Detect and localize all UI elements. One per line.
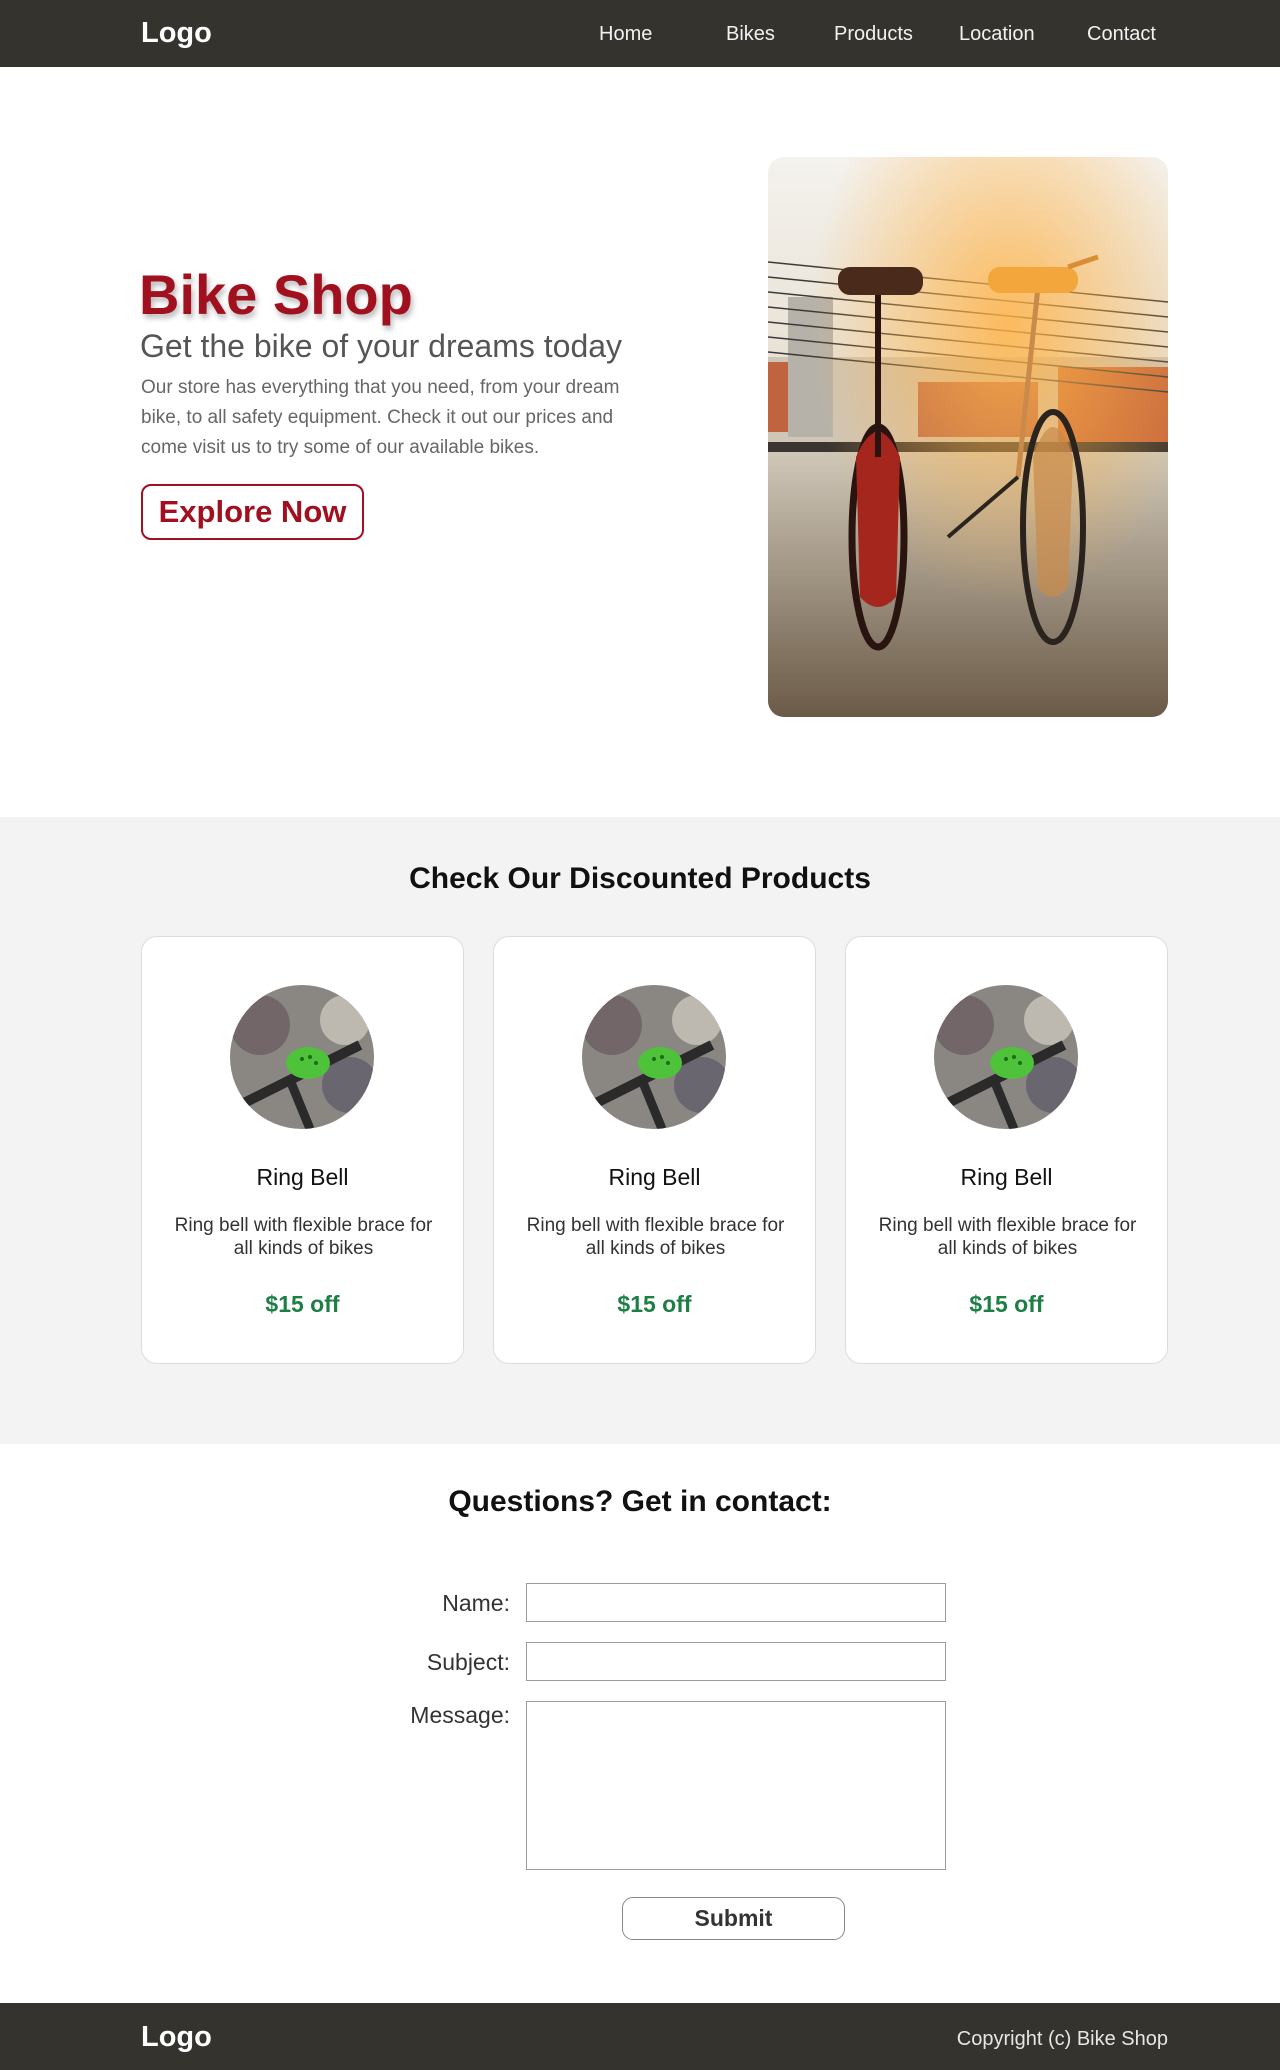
product-discount: $15 off (617, 1291, 692, 1317)
top-navbar: Logo Home Bikes Products Location Contac… (0, 0, 1280, 67)
nav-bikes[interactable]: Bikes (726, 20, 775, 48)
name-field[interactable] (526, 1583, 946, 1622)
product-description: Ring bell with flexible brace for all ki… (878, 1215, 1137, 1259)
product-card[interactable]: Ring Bell Ring bell with flexible brace … (141, 936, 464, 1364)
logo[interactable]: Logo (141, 15, 212, 51)
product-name: Ring Bell (256, 1164, 349, 1190)
subject-field[interactable] (526, 1642, 946, 1681)
ring-bell-image (934, 985, 1078, 1129)
subject-label: Subject: (426, 1649, 510, 1675)
ring-bell-image (582, 985, 726, 1129)
footer-logo[interactable]: Logo (141, 2019, 212, 2055)
ring-bell-image (230, 985, 374, 1129)
contact-heading: Questions? Get in contact: (448, 1485, 832, 1518)
nav-contact[interactable]: Contact (1087, 20, 1156, 48)
product-discount: $15 off (265, 1291, 340, 1317)
footer: Logo Copyright (c) Bike Shop (0, 2003, 1280, 2070)
explore-now-button[interactable]: Explore Now (141, 484, 364, 540)
copyright-text: Copyright (c) Bike Shop (956, 2028, 1168, 2050)
product-card[interactable]: Ring Bell Ring bell with flexible brace … (845, 936, 1168, 1364)
hero-title: Bike Shop (139, 263, 413, 326)
message-field[interactable] (526, 1701, 946, 1870)
submit-button[interactable]: Submit (622, 1897, 845, 1940)
product-name: Ring Bell (960, 1164, 1053, 1190)
hero-bicycles-image (768, 157, 1168, 717)
name-label: Name: (442, 1590, 510, 1616)
nav-home[interactable]: Home (599, 20, 652, 48)
hero-subtitle: Get the bike of your dreams today (140, 328, 623, 364)
hero-description: Our store has everything that you need, … (141, 377, 620, 458)
products-heading: Check Our Discounted Products (409, 862, 871, 895)
product-card[interactable]: Ring Bell Ring bell with flexible brace … (493, 936, 816, 1364)
product-discount: $15 off (969, 1291, 1044, 1317)
product-name: Ring Bell (608, 1164, 701, 1190)
message-label: Message: (410, 1702, 510, 1728)
product-description: Ring bell with flexible brace for all ki… (526, 1215, 785, 1259)
nav-products[interactable]: Products (834, 20, 913, 48)
nav-location[interactable]: Location (959, 20, 1035, 48)
product-description: Ring bell with flexible brace for all ki… (174, 1215, 433, 1259)
